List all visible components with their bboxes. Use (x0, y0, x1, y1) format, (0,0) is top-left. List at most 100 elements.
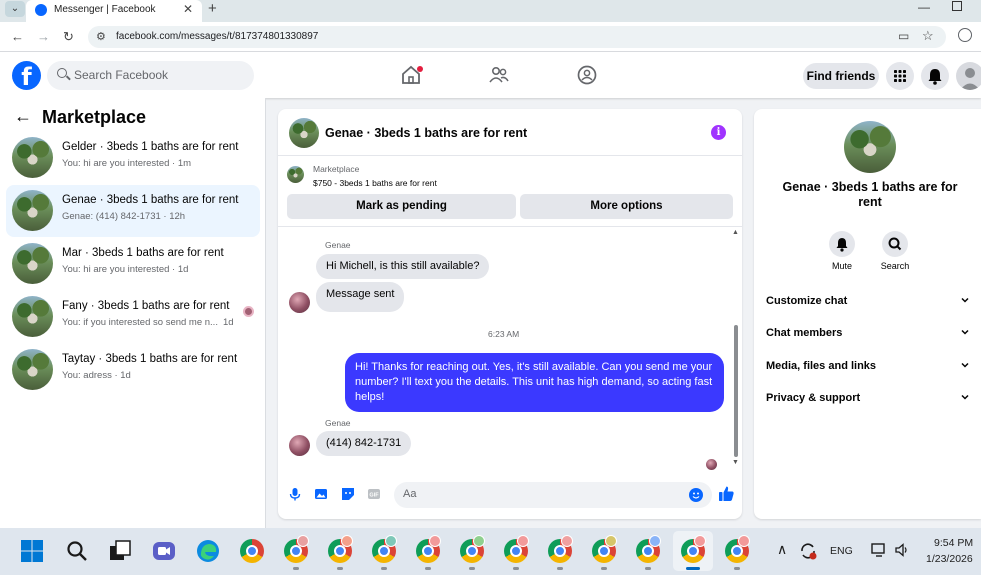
scroll-down-arrow-icon[interactable]: ▼ (732, 459, 739, 466)
message-sender-name: Genae (325, 240, 351, 250)
thumbs-up-like-icon[interactable] (718, 485, 735, 502)
friends-icon[interactable] (488, 64, 510, 86)
chat-title[interactable]: Genae · 3beds 1 baths are for rent (325, 126, 527, 140)
find-friends-button[interactable]: Find friends (803, 63, 879, 89)
chat-scrollbar[interactable]: ▲ ▼ (731, 229, 741, 469)
chrome-profile-icon[interactable] (504, 535, 529, 563)
input-language[interactable]: ENG (830, 545, 853, 557)
bookmark-star-icon[interactable]: ☆ (922, 28, 934, 44)
incoming-message[interactable]: (414) 842-1731 (316, 431, 412, 456)
photo-icon[interactable] (314, 487, 328, 501)
conversation-preview: You: adress · 1d (62, 370, 131, 381)
back-arrow-icon[interactable]: ← (14, 106, 32, 127)
sticker-icon[interactable] (341, 487, 355, 501)
volume-icon[interactable] (894, 542, 910, 558)
back-nav-icon[interactable]: ← (11, 29, 24, 44)
emoji-icon[interactable] (689, 488, 703, 502)
incoming-message[interactable]: Message sent (316, 282, 405, 312)
reload-icon[interactable]: ↻ (63, 29, 74, 45)
forward-nav-icon[interactable]: → (37, 29, 50, 44)
account-avatar[interactable] (956, 62, 981, 90)
show-hidden-icons-chevron-icon[interactable]: ∧ (777, 541, 787, 558)
listing-price[interactable]: $750 - 3beds 1 baths are for rent (313, 178, 437, 188)
chrome-profile-icon-active[interactable] (681, 535, 706, 563)
groups-icon[interactable] (576, 64, 598, 86)
listing-profile-photo[interactable] (844, 121, 896, 173)
tab-search-dropdown-icon[interactable]: ⌄ (5, 1, 25, 17)
message-composer[interactable] (394, 482, 712, 508)
search-icon[interactable] (65, 539, 89, 563)
facebook-search-box[interactable] (47, 61, 254, 90)
chrome-icon[interactable] (240, 539, 264, 563)
mark-as-pending-button[interactable]: Mark as pending (287, 194, 516, 219)
conversation-item[interactable]: Fany · 3beds 1 baths are for rent You: i… (6, 291, 260, 343)
running-indicator (293, 567, 299, 570)
row-label: Privacy & support (766, 392, 861, 404)
chrome-profile-icon[interactable] (460, 535, 485, 563)
windows-start-icon[interactable] (20, 539, 44, 563)
microphone-icon[interactable] (288, 487, 302, 501)
install-app-icon[interactable]: ▭ (898, 29, 909, 43)
chat-header-avatar[interactable] (289, 118, 319, 148)
clock-time[interactable]: 9:54 PM (934, 537, 973, 549)
clock-date[interactable]: 1/23/2026 (926, 553, 973, 565)
chrome-profile-icon[interactable] (636, 535, 661, 563)
menu-grid-icon[interactable] (886, 62, 914, 90)
chrome-profile-icon[interactable] (372, 535, 397, 563)
url-text[interactable]: facebook.com/messages/t/817374801330897 (116, 31, 318, 42)
sender-avatar[interactable] (289, 435, 310, 456)
sender-avatar[interactable] (289, 292, 310, 313)
new-tab-icon[interactable]: + (208, 0, 217, 17)
conversation-preview: You: hi are you interested · 1d (62, 264, 189, 275)
window-restore-icon[interactable] (952, 1, 962, 11)
search-in-conversation-button[interactable] (882, 231, 908, 257)
browser-profile-icon[interactable] (958, 28, 972, 42)
conversation-item[interactable]: Gelder · 3beds 1 baths are for rent You:… (6, 132, 260, 184)
incoming-message[interactable]: Hi Michell, is this still available? (316, 254, 490, 279)
chrome-profile-icon[interactable] (416, 535, 441, 563)
outgoing-message[interactable]: Hi! Thanks for reaching out. Yes, it's s… (345, 353, 724, 412)
running-indicator (469, 567, 475, 570)
more-options-button[interactable]: More options (520, 194, 733, 219)
network-icon[interactable] (871, 542, 887, 558)
details-title: Genae · 3beds 1 baths are for rent (782, 180, 958, 209)
teams-meet-icon[interactable] (152, 539, 176, 563)
conversation-item[interactable]: Mar · 3beds 1 baths are for rent You: hi… (6, 238, 260, 290)
chrome-profile-icon[interactable] (548, 535, 573, 563)
running-indicator (734, 567, 740, 570)
scroll-up-arrow-icon[interactable]: ▲ (732, 229, 739, 236)
mute-button[interactable] (829, 231, 855, 257)
edge-browser-icon[interactable] (196, 539, 220, 563)
window-minimize-icon[interactable]: — (918, 0, 930, 14)
tab-close-icon[interactable]: ✕ (183, 2, 193, 16)
listing-thumbnail[interactable] (287, 166, 304, 183)
conversation-time: 1d (223, 317, 234, 328)
facebook-search-input[interactable] (74, 68, 244, 82)
facebook-logo-icon[interactable]: f (12, 61, 41, 90)
conversation-info-icon[interactable]: i (711, 125, 726, 140)
conversation-name: Taytay · 3beds 1 baths are for rent (62, 353, 238, 365)
chrome-profile-icon[interactable] (284, 535, 309, 563)
customize-chat-row[interactable]: Customize chat (754, 290, 981, 314)
scrollbar-thumb[interactable] (734, 325, 738, 457)
chevron-down-icon (961, 394, 969, 400)
chat-members-row[interactable]: Chat members (754, 322, 981, 346)
chevron-down-icon (961, 297, 969, 303)
chrome-profile-icon[interactable] (725, 535, 750, 563)
media-files-links-row[interactable]: Media, files and links (754, 355, 981, 379)
privacy-support-row[interactable]: Privacy & support (754, 387, 981, 411)
site-info-icon[interactable]: ⚙ (96, 30, 106, 43)
task-view-icon[interactable] (108, 539, 132, 563)
chrome-profile-icon[interactable] (328, 535, 353, 563)
gif-icon[interactable]: GIF (367, 487, 381, 501)
search-icon (57, 68, 67, 78)
sync-alert-icon[interactable] (798, 541, 818, 561)
notifications-bell-icon[interactable] (921, 62, 949, 90)
browser-tab-messenger[interactable]: Messenger | Facebook ✕ (26, 0, 202, 22)
omnibox[interactable]: ⚙ facebook.com/messages/t/81737480133089… (88, 26, 946, 48)
conversation-item-active[interactable]: Genae · 3beds 1 baths are for rent Genae… (6, 185, 260, 237)
conversation-item[interactable]: Taytay · 3beds 1 baths are for rent You:… (6, 344, 260, 396)
listing-avatar (12, 349, 53, 390)
chrome-profile-icon[interactable] (592, 535, 617, 563)
message-input[interactable] (403, 488, 673, 500)
